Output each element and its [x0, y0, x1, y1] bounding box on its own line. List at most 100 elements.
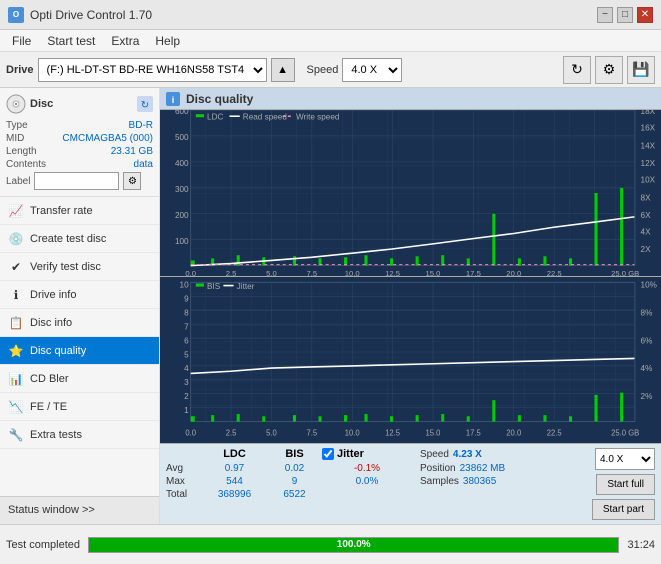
svg-text:7: 7	[184, 321, 189, 331]
maximize-button[interactable]: □	[617, 7, 633, 23]
save-button[interactable]: 💾	[627, 56, 655, 84]
fe-te-icon: 📉	[8, 399, 24, 415]
sidebar-item-disc-info[interactable]: 📋 Disc info	[0, 309, 159, 337]
svg-text:400: 400	[175, 159, 189, 168]
svg-text:Read speed: Read speed	[243, 112, 288, 121]
disc-quality-icon: ⭐	[8, 343, 24, 359]
svg-text:10%: 10%	[641, 280, 658, 290]
position-label: Position	[420, 463, 456, 474]
svg-text:17.5: 17.5	[466, 269, 481, 276]
svg-text:2%: 2%	[641, 391, 653, 401]
sidebar-item-label: Drive info	[30, 289, 76, 301]
svg-text:6%: 6%	[641, 335, 653, 345]
status-bar: Test completed 100.0% 31:24	[0, 524, 661, 564]
menu-bar: File Start test Extra Help	[0, 30, 661, 52]
ldc-column-header: LDC	[202, 448, 267, 460]
svg-text:25.0 GB: 25.0 GB	[611, 269, 639, 276]
minimize-button[interactable]: −	[597, 7, 613, 23]
svg-text:4: 4	[184, 363, 189, 373]
disc-refresh-icon[interactable]: ↻	[137, 96, 153, 112]
svg-text:16X: 16X	[641, 124, 656, 133]
disc-icon	[6, 94, 26, 114]
sidebar-item-extra-tests[interactable]: 🔧 Extra tests	[0, 421, 159, 449]
speed-dropdown[interactable]: 4.0 X	[595, 448, 655, 470]
svg-text:18X: 18X	[641, 110, 656, 116]
sidebar-item-verify-test-disc[interactable]: ✔ Verify test disc	[0, 253, 159, 281]
svg-text:25.0 GB: 25.0 GB	[611, 428, 639, 437]
sidebar-item-disc-quality[interactable]: ⭐ Disc quality	[0, 337, 159, 365]
svg-text:5.0: 5.0	[266, 428, 277, 437]
svg-text:6: 6	[184, 335, 189, 345]
sidebar-item-fe-te[interactable]: 📉 FE / TE	[0, 393, 159, 421]
app-title: Opti Drive Control 1.70	[30, 8, 152, 22]
speed-value-stat: 4.23 X	[453, 449, 482, 460]
total-bis: 6522	[267, 489, 322, 500]
sidebar-item-transfer-rate[interactable]: 📈 Transfer rate	[0, 197, 159, 225]
svg-text:1: 1	[184, 405, 189, 415]
sidebar-item-label: Extra tests	[30, 429, 82, 441]
status-window-button[interactable]: Status window >>	[0, 496, 159, 524]
eject-button[interactable]: ▲	[271, 58, 295, 82]
svg-text:7.5: 7.5	[307, 269, 318, 276]
svg-text:0.0: 0.0	[185, 269, 196, 276]
sidebar-item-cd-bler[interactable]: 📊 CD Bler	[0, 365, 159, 393]
mid-label: MID	[6, 133, 24, 144]
svg-text:8: 8	[184, 307, 189, 317]
menu-extra[interactable]: Extra	[103, 32, 147, 50]
svg-text:5: 5	[184, 349, 189, 359]
svg-text:BIS: BIS	[207, 281, 221, 291]
disc-quality-title: Disc quality	[186, 92, 253, 106]
sidebar-item-drive-info[interactable]: ℹ Drive info	[0, 281, 159, 309]
svg-text:15.0: 15.0	[426, 428, 442, 437]
svg-text:10.0: 10.0	[345, 428, 361, 437]
svg-text:10.0: 10.0	[345, 269, 360, 276]
drive-label: Drive	[6, 64, 34, 76]
avg-label: Avg	[166, 463, 202, 474]
refresh-button[interactable]: ↻	[563, 56, 591, 84]
svg-text:2: 2	[184, 391, 189, 401]
close-button[interactable]: ✕	[637, 7, 653, 23]
svg-text:6X: 6X	[641, 211, 652, 220]
contents-value: data	[134, 159, 153, 170]
disc-title: Disc	[30, 98, 53, 110]
svg-text:22.5: 22.5	[547, 269, 562, 276]
speed-label: Speed	[307, 64, 339, 76]
action-buttons: 4.0 X Start full Start part	[592, 448, 655, 520]
label-input[interactable]	[34, 172, 119, 190]
cd-bler-icon: 📊	[8, 371, 24, 387]
ldc-chart: 600 500 400 300 200 100 18X 16X 14X 12X …	[160, 110, 661, 277]
svg-text:4X: 4X	[641, 227, 652, 236]
sidebar-item-create-test-disc[interactable]: 💿 Create test disc	[0, 225, 159, 253]
toolbar: Drive (F:) HL-DT-ST BD-RE WH16NS58 TST4 …	[0, 52, 661, 88]
svg-text:5.0: 5.0	[266, 269, 277, 276]
start-full-button[interactable]: Start full	[596, 474, 655, 495]
svg-text:12X: 12X	[641, 159, 656, 168]
sidebar-item-label: Disc quality	[30, 345, 86, 357]
status-time: 31:24	[627, 539, 655, 551]
svg-text:200: 200	[175, 211, 189, 220]
speed-select[interactable]: 4.0 X	[342, 58, 402, 82]
bis-chart-svg: 10 9 8 7 6 5 4 3 2 1 10% 8% 6% 4% 2%	[160, 277, 661, 443]
svg-text:10: 10	[180, 280, 189, 290]
menu-help[interactable]: Help	[147, 32, 188, 50]
bis-column-header: BIS	[267, 448, 322, 460]
start-part-button[interactable]: Start part	[592, 499, 655, 520]
svg-text:Write speed: Write speed	[296, 112, 340, 121]
verify-test-disc-icon: ✔	[8, 259, 24, 275]
svg-text:↻: ↻	[141, 100, 149, 111]
drive-info-icon: ℹ	[8, 287, 24, 303]
progress-bar-fill: 100.0%	[89, 538, 618, 552]
svg-text:17.5: 17.5	[466, 428, 482, 437]
label-go-button[interactable]: ⚙	[123, 172, 141, 190]
drive-select[interactable]: (F:) HL-DT-ST BD-RE WH16NS58 TST4	[38, 58, 267, 82]
svg-text:10X: 10X	[641, 176, 656, 185]
menu-file[interactable]: File	[4, 32, 39, 50]
menu-start-test[interactable]: Start test	[39, 32, 103, 50]
svg-text:100: 100	[175, 237, 189, 246]
svg-text:15.0: 15.0	[426, 269, 441, 276]
jitter-checkbox[interactable]	[322, 448, 334, 460]
progress-bar: 100.0%	[88, 537, 619, 553]
settings-button[interactable]: ⚙	[595, 56, 623, 84]
stats-footer: LDC BIS Jitter Speed 4.23 X Avg 0.97 0.0	[160, 444, 661, 524]
svg-text:8%: 8%	[641, 307, 653, 317]
